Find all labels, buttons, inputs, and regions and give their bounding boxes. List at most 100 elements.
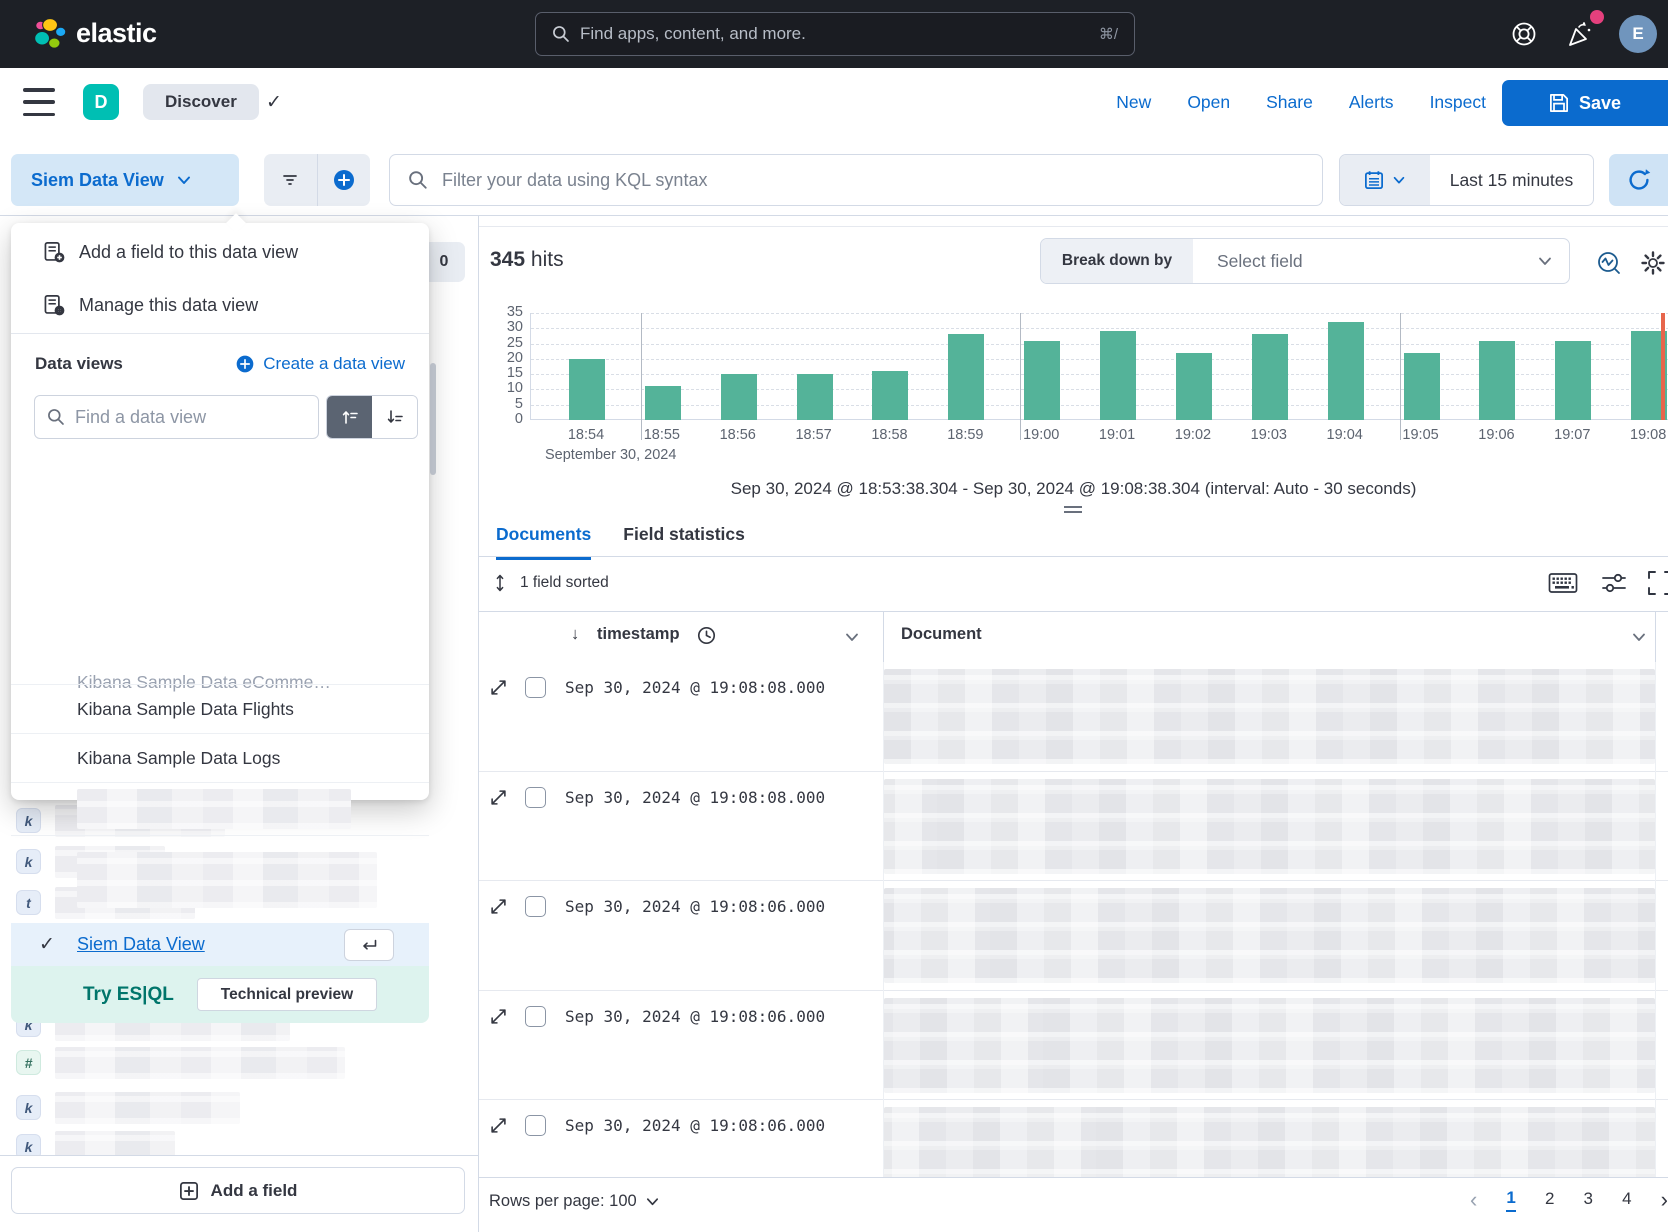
histogram-bar[interactable] xyxy=(569,359,605,420)
rows-per-page-select[interactable]: Rows per page: 100 xyxy=(489,1192,660,1211)
histogram-bar[interactable] xyxy=(1252,334,1288,420)
histogram-bar[interactable] xyxy=(1024,341,1060,420)
histogram-bar[interactable] xyxy=(1404,353,1440,420)
page-number-2[interactable]: 2 xyxy=(1545,1189,1554,1211)
time-range-button[interactable]: Last 15 minutes xyxy=(1430,155,1593,205)
page-number-4[interactable]: 4 xyxy=(1622,1189,1631,1211)
page-number-1[interactable]: 1 xyxy=(1506,1188,1515,1212)
x-tick-label: 18:55 xyxy=(627,427,697,443)
column-actions-chevron-icon[interactable] xyxy=(1631,629,1647,645)
histogram-bar[interactable] xyxy=(721,374,757,420)
try-esql-option[interactable]: Try ES|QL Technical preview xyxy=(11,966,429,1023)
edit-visualization-icon[interactable] xyxy=(1596,250,1622,276)
menu-toggle-button[interactable] xyxy=(23,88,55,116)
histogram-bar[interactable] xyxy=(645,386,681,420)
data-view-item[interactable] xyxy=(11,782,429,835)
kql-query-input[interactable]: Filter your data using KQL syntax xyxy=(389,154,1323,206)
sort-descending-button[interactable] xyxy=(372,396,417,438)
column-actions-chevron-icon[interactable] xyxy=(844,629,860,645)
space-badge[interactable]: D xyxy=(83,84,119,120)
breakdown-field-select[interactable]: Select field xyxy=(1193,239,1569,283)
row-checkbox[interactable] xyxy=(525,896,546,917)
find-data-view-input[interactable]: Find a data view xyxy=(34,395,319,439)
table-row[interactable]: Sep 30, 2024 @ 19:08:06.000 xyxy=(479,1100,1668,1177)
data-view-picker-button[interactable]: Siem Data View xyxy=(11,154,239,206)
filter-button[interactable] xyxy=(264,154,317,206)
refresh-button[interactable] xyxy=(1609,154,1668,206)
whats-new-icon[interactable] xyxy=(1566,20,1594,48)
document-column-header[interactable]: Document xyxy=(901,625,982,644)
nav-link-inspect[interactable]: Inspect xyxy=(1430,92,1486,113)
elastic-logo-icon[interactable] xyxy=(32,17,66,51)
field-list-item[interactable]: # xyxy=(0,1043,478,1083)
nav-link-alerts[interactable]: Alerts xyxy=(1349,92,1394,113)
add-field-to-data-view-option[interactable]: Add a field to this data view xyxy=(11,226,429,278)
page-number-3[interactable]: 3 xyxy=(1584,1189,1593,1211)
breadcrumb[interactable]: Discover xyxy=(143,84,259,120)
table-row[interactable]: Sep 30, 2024 @ 19:08:08.000 xyxy=(479,662,1668,772)
expand-row-icon[interactable] xyxy=(490,1117,507,1134)
histogram-bar[interactable] xyxy=(872,371,908,420)
sorted-fields-label[interactable]: 1 field sorted xyxy=(520,574,609,592)
display-options-icon[interactable] xyxy=(1601,570,1627,596)
fullscreen-icon[interactable] xyxy=(1647,570,1668,596)
add-filter-button[interactable] xyxy=(317,154,371,206)
histogram-bar[interactable] xyxy=(1479,341,1515,420)
date-picker-button[interactable] xyxy=(1340,155,1430,205)
data-view-item[interactable] xyxy=(11,835,429,923)
expand-row-icon[interactable] xyxy=(490,789,507,806)
histogram-panel-top-border xyxy=(479,226,1668,227)
histogram-bar[interactable] xyxy=(1555,341,1591,420)
add-field-button[interactable]: Add a field xyxy=(11,1167,465,1214)
expand-row-icon[interactable] xyxy=(490,1008,507,1025)
help-icon[interactable] xyxy=(1510,20,1538,48)
data-view-item[interactable]: Kibana Sample Data Logs xyxy=(11,733,429,782)
nav-link-open[interactable]: Open xyxy=(1187,92,1230,113)
column-divider xyxy=(1655,772,1656,882)
nav-link-share[interactable]: Share xyxy=(1266,92,1313,113)
row-checkbox[interactable] xyxy=(525,787,546,808)
histogram-bar[interactable] xyxy=(948,334,984,420)
table-row[interactable]: Sep 30, 2024 @ 19:08:06.000 xyxy=(479,881,1668,991)
row-checkbox[interactable] xyxy=(525,1006,546,1027)
data-view-item[interactable]: Kibana Sample Data Flights xyxy=(11,684,429,733)
histogram-plot[interactable] xyxy=(530,313,1668,420)
keyboard-icon[interactable] xyxy=(1548,570,1578,596)
tab-field-statistics[interactable]: Field statistics xyxy=(623,524,745,560)
return-key-button[interactable] xyxy=(344,929,394,961)
expand-row-icon[interactable] xyxy=(490,679,507,696)
next-page-button[interactable]: › xyxy=(1661,1189,1668,1211)
redacted-field-name xyxy=(55,1092,240,1124)
sort-descending-arrow-icon[interactable]: ↓ xyxy=(571,625,579,644)
add-field-button-label: Add a field xyxy=(211,1181,298,1201)
panel-resize-handle[interactable] xyxy=(1064,506,1082,513)
data-view-item[interactable]: Kibana Sample Data eComme… xyxy=(11,662,429,684)
popover-scrollbar[interactable] xyxy=(430,363,436,475)
field-list-item[interactable]: k xyxy=(0,1127,478,1155)
create-data-view-link[interactable]: Create a data view xyxy=(235,354,405,374)
breakdown-control: Break down by Select field xyxy=(1040,238,1570,284)
nav-link-new[interactable]: New xyxy=(1116,92,1151,113)
column-divider xyxy=(883,881,884,991)
histogram-bar[interactable] xyxy=(1176,353,1212,420)
table-row[interactable]: Sep 30, 2024 @ 19:08:06.000 xyxy=(479,991,1668,1101)
histogram-bar[interactable] xyxy=(1328,322,1364,420)
table-row[interactable]: Sep 30, 2024 @ 19:08:08.000 xyxy=(479,772,1668,882)
sort-ascending-button[interactable] xyxy=(327,396,372,438)
expand-row-icon[interactable] xyxy=(490,898,507,915)
save-button[interactable]: Save xyxy=(1502,80,1668,126)
row-checkbox[interactable] xyxy=(525,1115,546,1136)
data-view-item-selected[interactable]: ✓ Siem Data View xyxy=(11,923,429,966)
timestamp-column-header[interactable]: timestamp xyxy=(597,625,680,644)
field-list-item[interactable]: k xyxy=(0,1088,478,1128)
histogram-bar[interactable] xyxy=(1100,331,1136,420)
global-search-input[interactable]: Find apps, content, and more. ⌘/ xyxy=(535,12,1135,56)
histogram-bar[interactable] xyxy=(797,374,833,420)
previous-page-button[interactable]: ‹ xyxy=(1470,1189,1477,1211)
chart-settings-gear-icon[interactable] xyxy=(1640,250,1666,276)
row-checkbox[interactable] xyxy=(525,677,546,698)
avatar[interactable]: E xyxy=(1619,15,1657,53)
manage-data-view-option[interactable]: Manage this data view xyxy=(11,279,429,331)
sort-fields-icon[interactable] xyxy=(493,574,507,592)
tab-documents[interactable]: Documents xyxy=(496,524,591,560)
